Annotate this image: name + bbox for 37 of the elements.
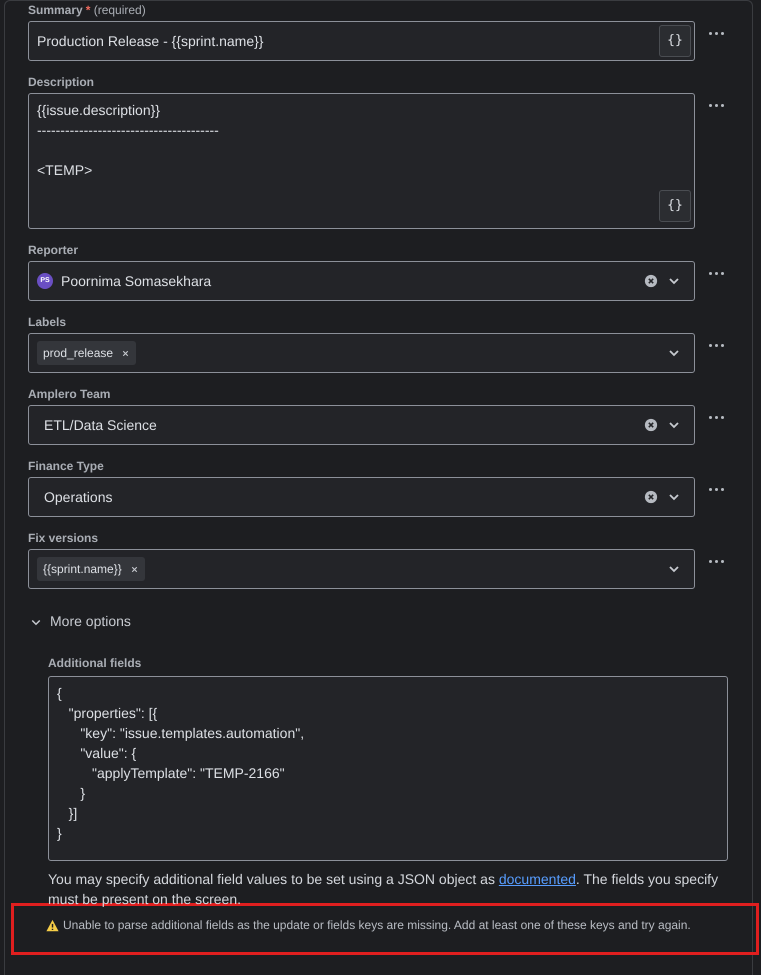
tag-text: prod_release (43, 345, 114, 362)
clear-icon[interactable] (644, 418, 658, 432)
field-label: Description (28, 75, 96, 89)
remove-tag-icon[interactable] (130, 564, 139, 574)
tag-text: {{sprint.name}} (43, 561, 122, 578)
warning-icon (46, 918, 59, 932)
more-options-toggle[interactable]: More options (30, 611, 131, 632)
multi-select-field[interactable]: {{sprint.name}} (28, 549, 695, 589)
help-text: You may specify additional field values to be set using a JSON object as documented. The fields you specify must be present on the screen. (48, 870, 720, 909)
required-asterisk: * (86, 3, 90, 17)
field-label: Summary (28, 3, 83, 17)
field-value: { "properties": [{ "key": "issue.templates.automation", "value": { "applyTemplate": "TEMP-2166" } }] } (57, 684, 304, 843)
field-value: {{issue.description}} --------------------------------------- <TEMP> (37, 101, 220, 180)
remove-tag-icon[interactable] (121, 348, 130, 358)
multi-select-field[interactable]: prod_release (28, 333, 695, 373)
field-label: Amplero Team (28, 387, 112, 401)
smart-value-button[interactable]: {} (659, 25, 691, 57)
text-field[interactable]: Production Release - {{sprint.name}} {} (28, 21, 695, 61)
select-field[interactable]: ETL/Data Science (28, 405, 695, 445)
clear-icon[interactable] (644, 274, 658, 288)
field-label: Finance Type (28, 459, 105, 473)
field-label: Fix versions (28, 531, 100, 545)
smart-value-button[interactable]: {} (659, 190, 691, 222)
warning-text: Unable to parse additional fields as the update or fields keys are missing. Add at least one of these keys and try again. (63, 917, 691, 934)
select-field[interactable]: Operations (28, 477, 695, 517)
documentation-link[interactable]: documented (498, 871, 576, 887)
field-value: ETL/Data Science (44, 416, 158, 434)
clear-icon[interactable] (644, 490, 658, 504)
field-value: Operations (44, 488, 114, 507)
textarea-field[interactable]: {{issue.description}} --------------------------------------- <TEMP> {} (28, 93, 695, 229)
field-label: Reporter (28, 243, 80, 257)
field-label: Labels (28, 315, 68, 329)
json-textarea[interactable]: { "properties": [{ "key": "issue.templates.automation", "value": { "applyTemplate": "TEMP-2166" } }] } (48, 676, 728, 861)
field-label: Additional fields (48, 656, 142, 670)
field-value: Poornima Somasekhara (61, 272, 212, 290)
required-note: (required) (92, 3, 146, 17)
field-value: Production Release - {{sprint.name}} (37, 32, 264, 51)
